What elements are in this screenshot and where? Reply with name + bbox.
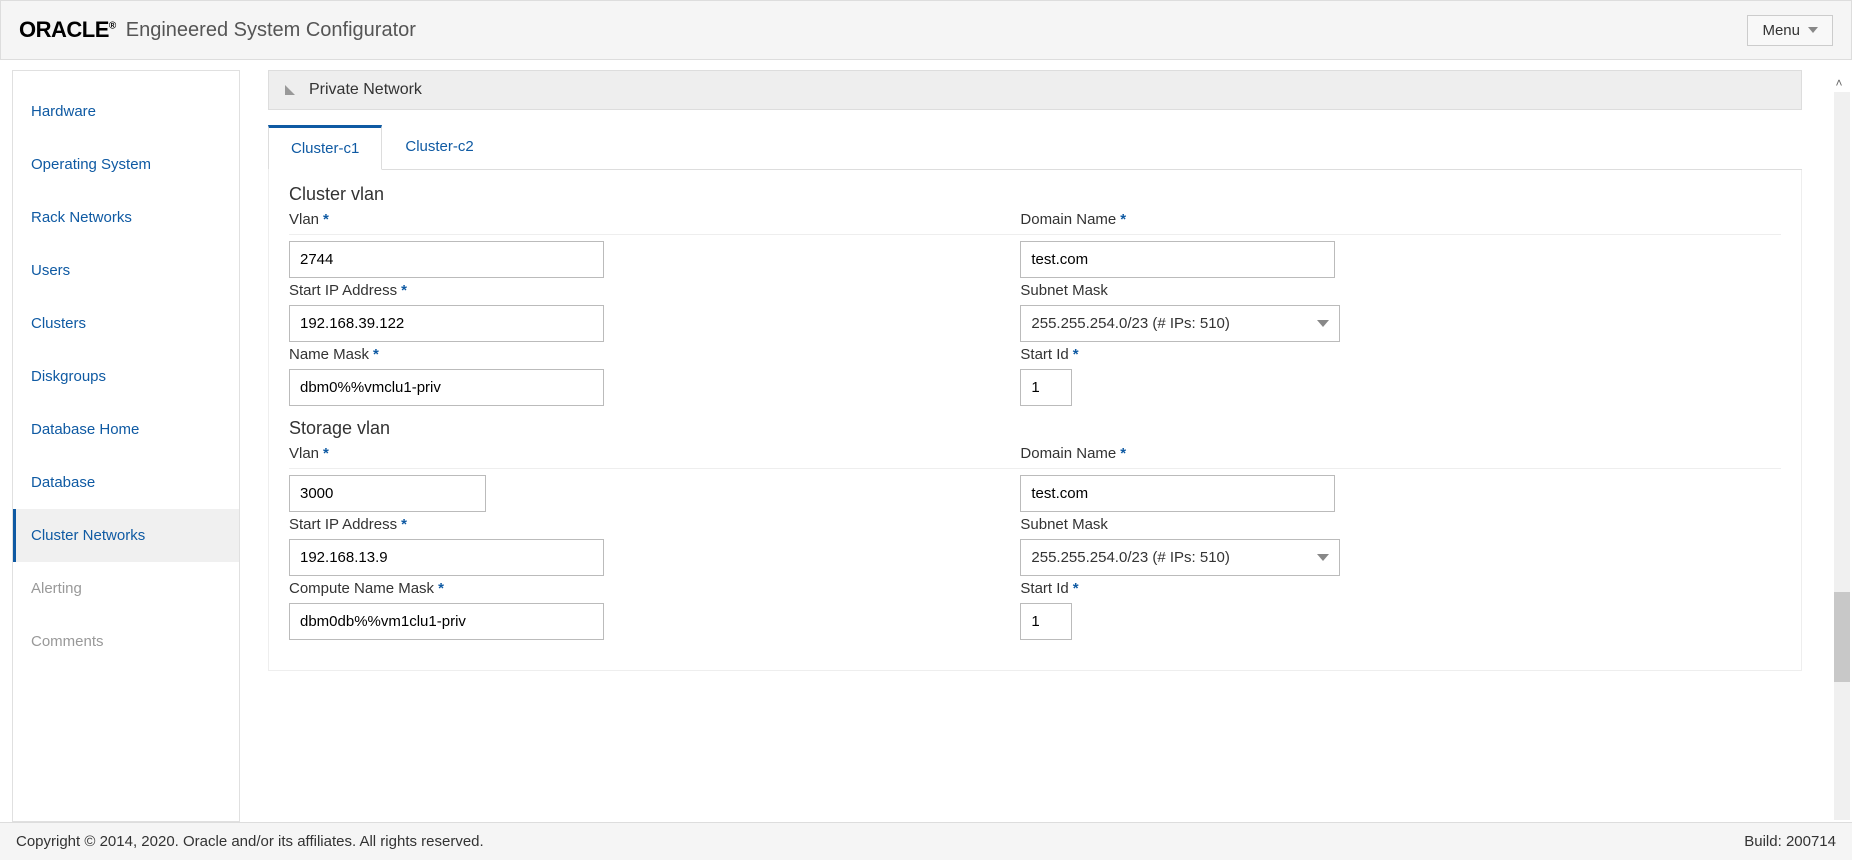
sidebar-item-database-home[interactable]: Database Home bbox=[13, 403, 239, 456]
main-content: Private Network Cluster-c1 Cluster-c2 Cl… bbox=[268, 70, 1852, 822]
storage-startid-label: Start Id* bbox=[1020, 580, 1691, 597]
startip-label: Start IP Address* bbox=[289, 282, 960, 299]
sidebar-item-operating-system[interactable]: Operating System bbox=[13, 138, 239, 191]
sidebar-item-rack-networks[interactable]: Rack Networks bbox=[13, 191, 239, 244]
tab-cluster-c1[interactable]: Cluster-c1 bbox=[268, 125, 382, 170]
storage-subnet-select[interactable]: 255.255.254.0/23 (# IPs: 510) bbox=[1020, 539, 1340, 576]
form-area: Cluster vlan Vlan* Domain Name* bbox=[268, 170, 1802, 671]
collapse-icon bbox=[285, 85, 295, 95]
panel-header[interactable]: Private Network bbox=[268, 70, 1802, 110]
cluster-namemask-input[interactable] bbox=[289, 369, 604, 406]
app-title: Engineered System Configurator bbox=[126, 19, 416, 42]
section-storage-vlan-title: Storage vlan bbox=[289, 418, 1781, 439]
cluster-domain-input[interactable] bbox=[1020, 241, 1335, 278]
cluster-subnet-select[interactable]: 255.255.254.0/23 (# IPs: 510) bbox=[1020, 305, 1340, 342]
sidebar-item-diskgroups[interactable]: Diskgroups bbox=[13, 350, 239, 403]
copyright-text: Copyright © 2014, 2020. Oracle and/or it… bbox=[16, 833, 484, 850]
oracle-logo: ORACLE® bbox=[19, 17, 116, 43]
panel-title: Private Network bbox=[309, 81, 422, 99]
app-header: ORACLE® Engineered System Configurator M… bbox=[0, 0, 1852, 60]
tabs: Cluster-c1 Cluster-c2 bbox=[268, 124, 1802, 170]
cluster-vlan-input[interactable] bbox=[289, 241, 604, 278]
scroll-up-button[interactable]: ˄ bbox=[1830, 74, 1848, 92]
chevron-down-icon bbox=[1317, 554, 1329, 561]
cluster-startip-input[interactable] bbox=[289, 305, 604, 342]
subnet-label: Subnet Mask bbox=[1020, 282, 1691, 299]
storage-vlan-label: Vlan* bbox=[289, 445, 960, 462]
storage-subnet-label: Subnet Mask bbox=[1020, 516, 1691, 533]
sidebar-item-cluster-networks[interactable]: Cluster Networks bbox=[13, 509, 239, 562]
sidebar-item-users[interactable]: Users bbox=[13, 244, 239, 297]
compute-namemask-label: Compute Name Mask* bbox=[289, 580, 960, 597]
domain-label: Domain Name* bbox=[1020, 211, 1691, 228]
startid-label: Start Id* bbox=[1020, 346, 1691, 363]
storage-compute-namemask-input[interactable] bbox=[289, 603, 604, 640]
menu-label: Menu bbox=[1762, 22, 1800, 39]
menu-button[interactable]: Menu bbox=[1747, 15, 1833, 46]
vlan-label: Vlan* bbox=[289, 211, 960, 228]
header-left: ORACLE® Engineered System Configurator bbox=[19, 17, 416, 43]
sidebar-item-database[interactable]: Database bbox=[13, 456, 239, 509]
chevron-down-icon bbox=[1317, 320, 1329, 327]
scrollbar-thumb[interactable] bbox=[1834, 592, 1850, 682]
cluster-startid-input[interactable] bbox=[1020, 369, 1072, 406]
sidebar-item-hardware[interactable]: Hardware bbox=[13, 85, 239, 138]
storage-domain-label: Domain Name* bbox=[1020, 445, 1691, 462]
build-text: Build: 200714 bbox=[1744, 833, 1836, 850]
sidebar-item-comments[interactable]: Comments bbox=[13, 615, 239, 668]
storage-startip-input[interactable] bbox=[289, 539, 604, 576]
tab-cluster-c2[interactable]: Cluster-c2 bbox=[382, 125, 496, 170]
sidebar: Hardware Operating System Rack Networks … bbox=[12, 70, 240, 822]
namemask-label: Name Mask* bbox=[289, 346, 960, 363]
storage-startid-input[interactable] bbox=[1020, 603, 1072, 640]
section-cluster-vlan-title: Cluster vlan bbox=[289, 184, 1781, 205]
scrollbar-track[interactable] bbox=[1834, 92, 1850, 820]
sidebar-item-clusters[interactable]: Clusters bbox=[13, 297, 239, 350]
sidebar-item-alerting[interactable]: Alerting bbox=[13, 562, 239, 615]
storage-vlan-input[interactable] bbox=[289, 475, 486, 512]
footer: Copyright © 2014, 2020. Oracle and/or it… bbox=[0, 822, 1852, 860]
storage-startip-label: Start IP Address* bbox=[289, 516, 960, 533]
chevron-down-icon bbox=[1808, 27, 1818, 33]
storage-domain-input[interactable] bbox=[1020, 475, 1335, 512]
